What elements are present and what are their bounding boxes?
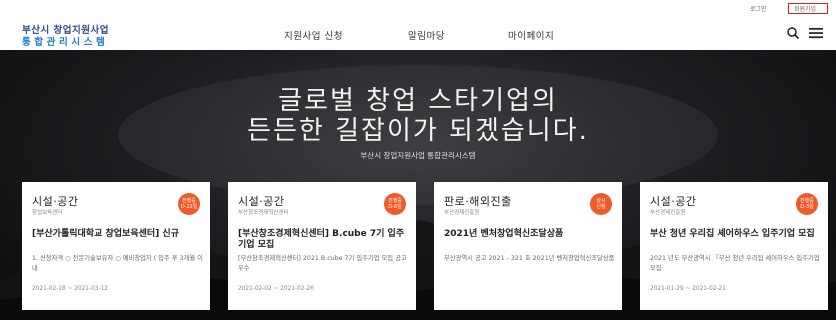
badge-dday: D-3일 — [800, 204, 814, 210]
status-badge: 진행중 D-8일 — [384, 193, 406, 215]
card-date-range: 2021-02-18 ~ 2021-03-12 — [32, 286, 108, 292]
login-link[interactable]: 로그인 — [750, 4, 767, 13]
card-title: 2021년 벤처창업혁신조달상품 — [444, 229, 564, 239]
nav-mypage[interactable]: 마이페이지 — [508, 28, 554, 42]
card-date-range: 2021-01-29 ~ 2021-02-21 — [650, 286, 726, 292]
card-description: 2021 년도 부산광역시 「부산 청년 우리집 셰어하우스 입주기업 모집 — [650, 255, 820, 272]
top-utility-bar: 로그인 회원가입 — [0, 0, 836, 15]
card-organization: 부산경제진흥원 — [444, 210, 480, 216]
program-card[interactable]: 시설·공간 부산창조경제혁신센터 진행중 D-8일 [부산창조경제혁신센터] B… — [228, 182, 416, 310]
card-category: 시설·공간 — [32, 195, 79, 208]
search-icon[interactable] — [786, 26, 800, 40]
badge-dday: D-8일 — [388, 204, 402, 210]
card-title: [부산창조경제혁신센터] B.cube 7기 입주기업 모집 — [238, 229, 405, 250]
hero-subtitle: 부산시 창업지원사업 통합관리시스템 — [360, 151, 476, 160]
site-header: 부산시 창업지원사업 통합관리시스템 지원사업 신청 알림마당 마이페이지 — [0, 15, 836, 50]
card-organization: 창업보육센터 — [32, 210, 63, 216]
program-card[interactable]: 판로·해외진출 부산경제진흥원 상시 신청 2021년 벤처창업혁신조달상품 부… — [434, 182, 622, 310]
status-badge: 진행중 D-22일 — [178, 193, 200, 215]
card-organization: 부산경제진흥원 — [650, 210, 686, 216]
card-description: 1. 신청자격 ○ 전문기술보유자 ○ 예비창업자 ( 입주 후 3개월 이내 — [32, 255, 203, 272]
nav-notices[interactable]: 알림마당 — [408, 28, 445, 42]
card-title: 부산 청년 우리집 셰어하우스 입주기업 모집 — [650, 229, 815, 239]
status-badge: 진행중 D-3일 — [796, 193, 818, 215]
card-category: 판로·해외진출 — [444, 195, 512, 208]
badge-dday: 신청 — [596, 204, 606, 210]
hero-title-line2: 든든한 길잡이가 되겠습니다. — [247, 116, 589, 146]
card-category: 시설·공간 — [238, 195, 285, 208]
nav-support-apply[interactable]: 지원사업 신청 — [284, 28, 343, 42]
menu-icon[interactable] — [808, 26, 824, 40]
card-date-range: 2021-02-02 ~ 2021-02-26 — [238, 286, 314, 292]
card-description: [부산창조경제혁신센터] 2021 B.cube 7기 입주기업 모집 공고 우… — [238, 255, 407, 272]
card-organization: 부산창조경제혁신센터 — [238, 210, 289, 216]
status-badge: 상시 신청 — [590, 193, 612, 215]
program-card[interactable]: 시설·공간 부산경제진흥원 진행중 D-3일 부산 청년 우리집 셰어하우스 입… — [640, 182, 828, 310]
card-description: 부산광역시 공고 2021 - 321 호 2021년 벤처창업혁신조달상품 — [444, 255, 615, 262]
program-card[interactable]: 시설·공간 창업보육센터 진행중 D-22일 [부산가톨릭대학교 창업보육센터]… — [22, 182, 210, 310]
signup-link[interactable]: 회원가입 — [794, 4, 816, 13]
card-title: [부산가톨릭대학교 창업보육센터] 신규 — [32, 229, 179, 239]
logo-line2[interactable]: 통합관리시스템 — [22, 34, 108, 48]
card-category: 시설·공간 — [650, 195, 697, 208]
badge-dday: D-22일 — [180, 204, 198, 210]
hero-banner: 글로벌 창업 스타기업의 든든한 길잡이가 되겠습니다. 부산시 창업지원사업 … — [0, 50, 836, 320]
